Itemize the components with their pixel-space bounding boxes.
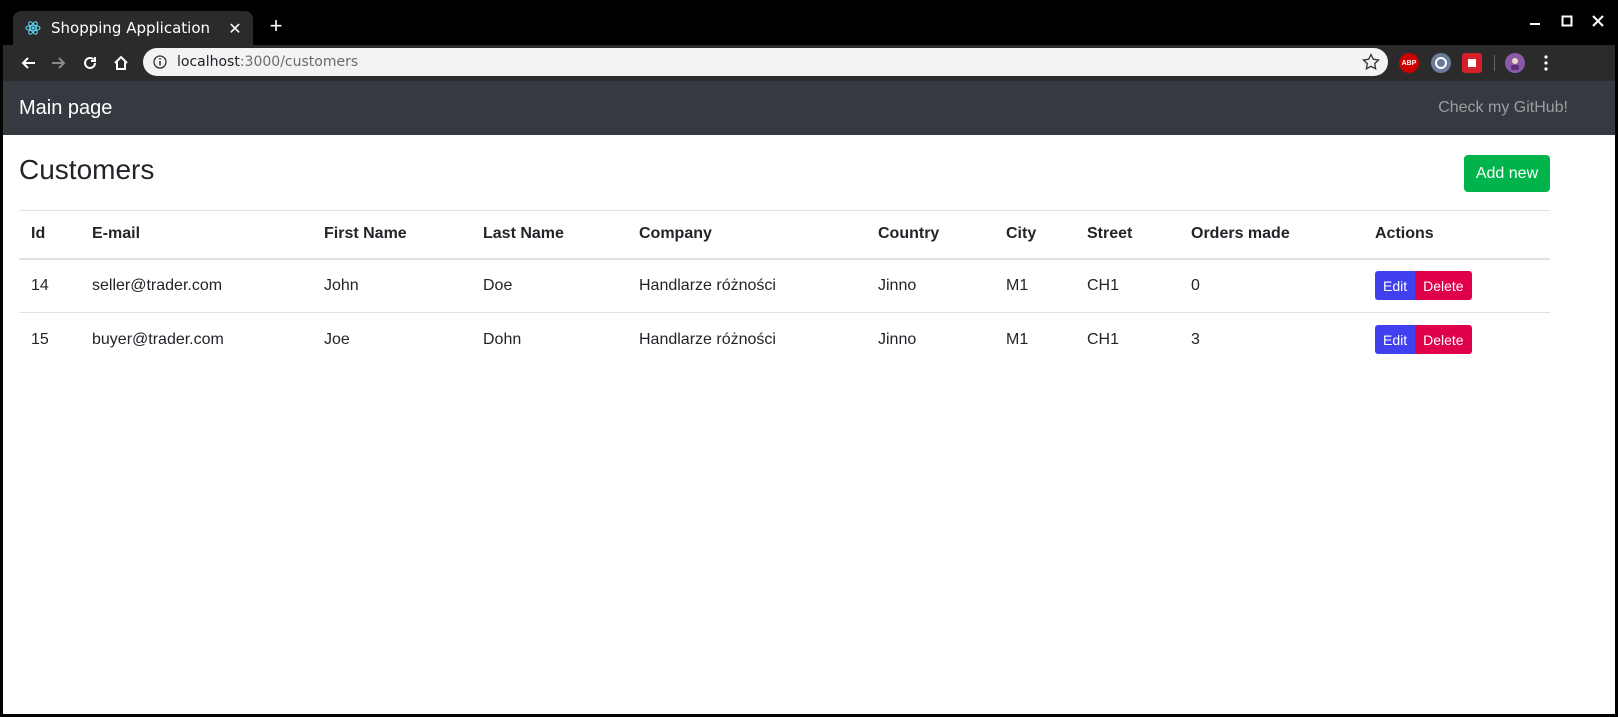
page-title: Customers [19, 154, 155, 185]
column-header: First Name [312, 210, 471, 260]
browser-window: Shopping Application ✕ + localhost:3000/… [0, 0, 1618, 717]
column-header: Country [866, 210, 994, 260]
bookmark-star-icon[interactable] [1362, 53, 1380, 71]
row-actions: Edit Delete [1375, 325, 1472, 355]
tab-title: Shopping Application [51, 19, 211, 37]
cell-first-name: John [312, 258, 471, 313]
cell-orders: 0 [1179, 258, 1363, 313]
app-navbar: Main page Check my GitHub! [3, 81, 1615, 135]
column-header: Orders made [1179, 210, 1363, 260]
back-icon[interactable] [16, 51, 40, 75]
browser-tab[interactable]: Shopping Application ✕ [13, 11, 253, 45]
extension-red-icon[interactable] [1462, 53, 1482, 73]
column-header: Company [627, 210, 866, 260]
url-host: localhost [177, 54, 240, 70]
profile-avatar[interactable] [1505, 53, 1525, 73]
cell-street: CH1 [1087, 330, 1120, 348]
react-icon [25, 21, 41, 35]
delete-button[interactable]: Delete [1415, 325, 1472, 355]
navbar-brand[interactable]: Main page [19, 97, 112, 120]
cell-id: 15 [31, 330, 49, 348]
cell-email: buyer@trader.com [92, 330, 224, 348]
cell-actions: Edit Delete [1363, 313, 1550, 367]
close-window-icon[interactable] [1588, 13, 1608, 33]
cell-street: CH1 [1075, 258, 1179, 313]
forward-icon[interactable] [47, 51, 71, 75]
close-tab-icon[interactable]: ✕ [225, 18, 245, 38]
customers-table: Id E-mail First Name Last Name Company C… [19, 210, 1550, 367]
toolbar-separator [1494, 55, 1495, 71]
browser-toolbar: localhost:3000/customers ABP [3, 45, 1615, 81]
cell-country: Jinno [878, 330, 917, 348]
github-link[interactable]: Check my GitHub! [1438, 99, 1568, 117]
maximize-icon[interactable] [1557, 13, 1577, 33]
row-actions: Edit Delete [1375, 271, 1472, 301]
url-path: :3000/customers [239, 54, 359, 70]
edit-button[interactable]: Edit [1375, 271, 1416, 301]
cell-last-name: Dohn [483, 330, 522, 348]
table-row: 14 seller@trader.com John Doe Handlarze … [19, 258, 1550, 313]
cell-country: Jinno [866, 258, 994, 313]
table-header-row: Id E-mail First Name Last Name Company C… [19, 210, 1550, 260]
new-tab-icon[interactable]: + [265, 15, 287, 37]
cell-last-name: Doe [471, 258, 627, 313]
column-header: Id [19, 210, 80, 260]
page-content: Main page Check my GitHub! Customers Add… [3, 81, 1615, 714]
cell-id: 14 [19, 258, 80, 313]
add-new-button[interactable]: Add new [1464, 155, 1550, 192]
edit-button[interactable]: Edit [1375, 325, 1416, 355]
cell-company: Handlarze różności [627, 258, 866, 313]
info-icon[interactable] [153, 55, 167, 69]
cell-actions: Edit Delete [1363, 258, 1550, 313]
column-header: E-mail [80, 210, 312, 260]
tab-bar: Shopping Application ✕ + [3, 3, 1615, 45]
reload-icon[interactable] [78, 51, 102, 75]
extension-circle-icon[interactable] [1431, 53, 1451, 73]
column-header: Last Name [471, 210, 627, 260]
cell-email: seller@trader.com [80, 258, 312, 313]
address-bar[interactable]: localhost:3000/customers [143, 48, 1388, 76]
table-row: 15 buyer@trader.com Joe Dohn Handlarze r… [19, 313, 1550, 367]
cell-city: M1 [1006, 330, 1029, 348]
adblock-icon[interactable]: ABP [1399, 53, 1419, 73]
minimize-icon[interactable] [1525, 13, 1545, 33]
cell-city: M1 [994, 258, 1075, 313]
column-header: Actions [1363, 210, 1550, 260]
menu-kebab-icon[interactable] [1534, 51, 1558, 75]
cell-orders: 3 [1191, 330, 1200, 348]
delete-button[interactable]: Delete [1415, 271, 1472, 301]
home-icon[interactable] [109, 51, 133, 75]
column-header: Street [1075, 210, 1179, 260]
cell-company: Handlarze różności [639, 330, 776, 348]
cell-first-name: Joe [324, 330, 350, 348]
column-header: City [994, 210, 1075, 260]
